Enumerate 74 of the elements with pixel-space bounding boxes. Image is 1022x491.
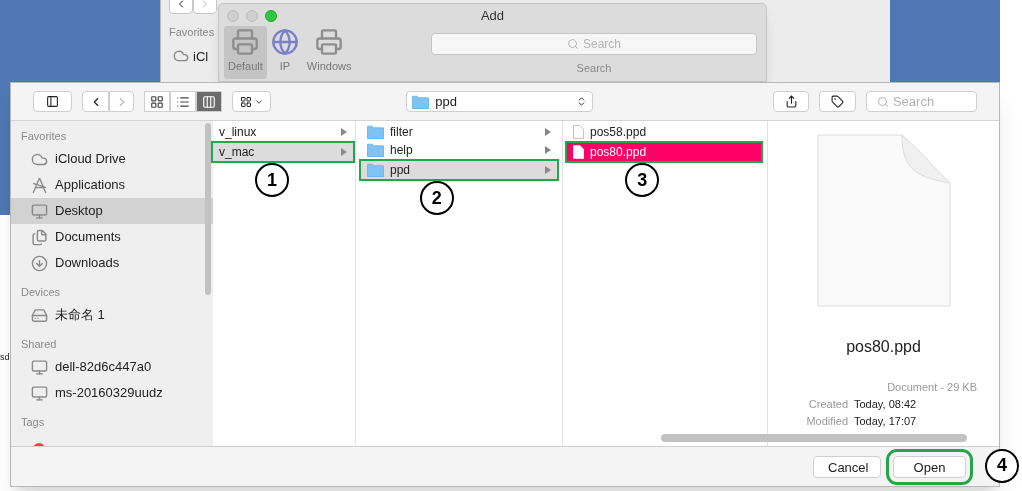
disclosure-arrow-icon bbox=[545, 128, 551, 136]
search-icon bbox=[876, 95, 889, 108]
view-mode-button[interactable] bbox=[196, 91, 223, 112]
file-row[interactable]: v_mac bbox=[213, 143, 353, 161]
computer-icon bbox=[31, 358, 48, 376]
sidebar-item[interactable]: Desktop bbox=[11, 198, 213, 224]
sidebar-item[interactable]: ms-20160329uudz bbox=[11, 380, 213, 406]
folder-icon bbox=[367, 163, 384, 177]
search-label: Search bbox=[576, 61, 612, 76]
document-icon bbox=[573, 125, 584, 139]
view-mode-button[interactable] bbox=[144, 91, 171, 112]
file-row[interactable]: help bbox=[361, 141, 557, 159]
file-summary: Document - 29 KB bbox=[887, 380, 977, 395]
printer-icon bbox=[231, 28, 260, 56]
sidebar-item[interactable]: Documents bbox=[11, 224, 213, 250]
sidebar-toggle-button[interactable] bbox=[33, 91, 73, 112]
grid-icon bbox=[239, 95, 252, 108]
file-row[interactable]: pos80.ppd bbox=[567, 143, 761, 161]
sidebar-item[interactable]: iCl bbox=[193, 46, 209, 66]
back-button[interactable] bbox=[169, 0, 193, 14]
preview-filename: pos80.ppd bbox=[846, 337, 921, 357]
sidebar-item[interactable]: iCloud Drive bbox=[11, 146, 213, 172]
file-row[interactable]: filter bbox=[361, 123, 557, 141]
view-mode-button[interactable] bbox=[170, 91, 197, 112]
info-label: Modified bbox=[805, 413, 848, 429]
folder-icon bbox=[367, 143, 384, 157]
disclosure-arrow-icon bbox=[341, 148, 347, 156]
disclosure-arrow-icon bbox=[545, 166, 551, 174]
sidebar-item[interactable]: dell-82d6c447a0 bbox=[11, 354, 213, 380]
sidebar-icon bbox=[46, 95, 60, 108]
disclosure-arrow-icon bbox=[545, 146, 551, 154]
sidebar-item[interactable]: 未命名 1 bbox=[11, 302, 213, 328]
back-button[interactable] bbox=[82, 91, 110, 112]
step-number: 2 bbox=[419, 181, 454, 215]
sidebar-heading: Favorites bbox=[169, 25, 216, 40]
desktop-text: sd bbox=[0, 351, 10, 363]
file-row[interactable]: v_linux bbox=[213, 123, 353, 141]
search-icon bbox=[567, 38, 579, 50]
printer-icon bbox=[315, 28, 344, 56]
step-number: 1 bbox=[255, 163, 289, 197]
arrange-button[interactable] bbox=[232, 91, 272, 112]
window-title: Add bbox=[480, 7, 505, 26]
share-button[interactable] bbox=[773, 91, 809, 112]
folder-icon bbox=[367, 125, 384, 139]
share-icon bbox=[784, 95, 798, 108]
sidebar-heading: Shared bbox=[20, 336, 58, 352]
globe-icon bbox=[270, 28, 299, 56]
disclosure-arrow-icon bbox=[341, 128, 347, 136]
download-icon bbox=[31, 254, 48, 272]
desktop-icon bbox=[31, 202, 48, 220]
grid-icon bbox=[150, 94, 165, 109]
computer-icon bbox=[31, 384, 48, 402]
sidebar-heading: Tags bbox=[20, 414, 46, 430]
columns-icon bbox=[202, 94, 217, 109]
dialog-button[interactable]: Cancel bbox=[813, 456, 881, 479]
file-row[interactable]: pos58.ppd bbox=[567, 123, 761, 141]
info-value: Today, 08:42 bbox=[854, 396, 917, 412]
document-icon bbox=[816, 134, 951, 307]
sidebar-heading: Devices bbox=[20, 284, 62, 300]
step-number: 3 bbox=[625, 163, 660, 197]
folder-icon bbox=[412, 94, 430, 109]
sidebar-item[interactable]: Downloads bbox=[11, 250, 213, 276]
list-icon bbox=[176, 94, 191, 109]
info-label: Created bbox=[807, 396, 848, 412]
document-icon bbox=[573, 145, 584, 159]
file-row[interactable]: ppd bbox=[361, 161, 557, 179]
sidebar-item[interactable]: Applications bbox=[11, 172, 213, 198]
sidebar-heading: Favorites bbox=[20, 128, 68, 144]
step-number: 4 bbox=[985, 448, 1019, 483]
path-popup[interactable]: ppd bbox=[406, 91, 594, 112]
tag-icon bbox=[830, 95, 844, 108]
tag-button[interactable] bbox=[818, 91, 856, 112]
documents-icon bbox=[31, 228, 48, 246]
info-value: Today, 17:07 bbox=[854, 413, 917, 429]
